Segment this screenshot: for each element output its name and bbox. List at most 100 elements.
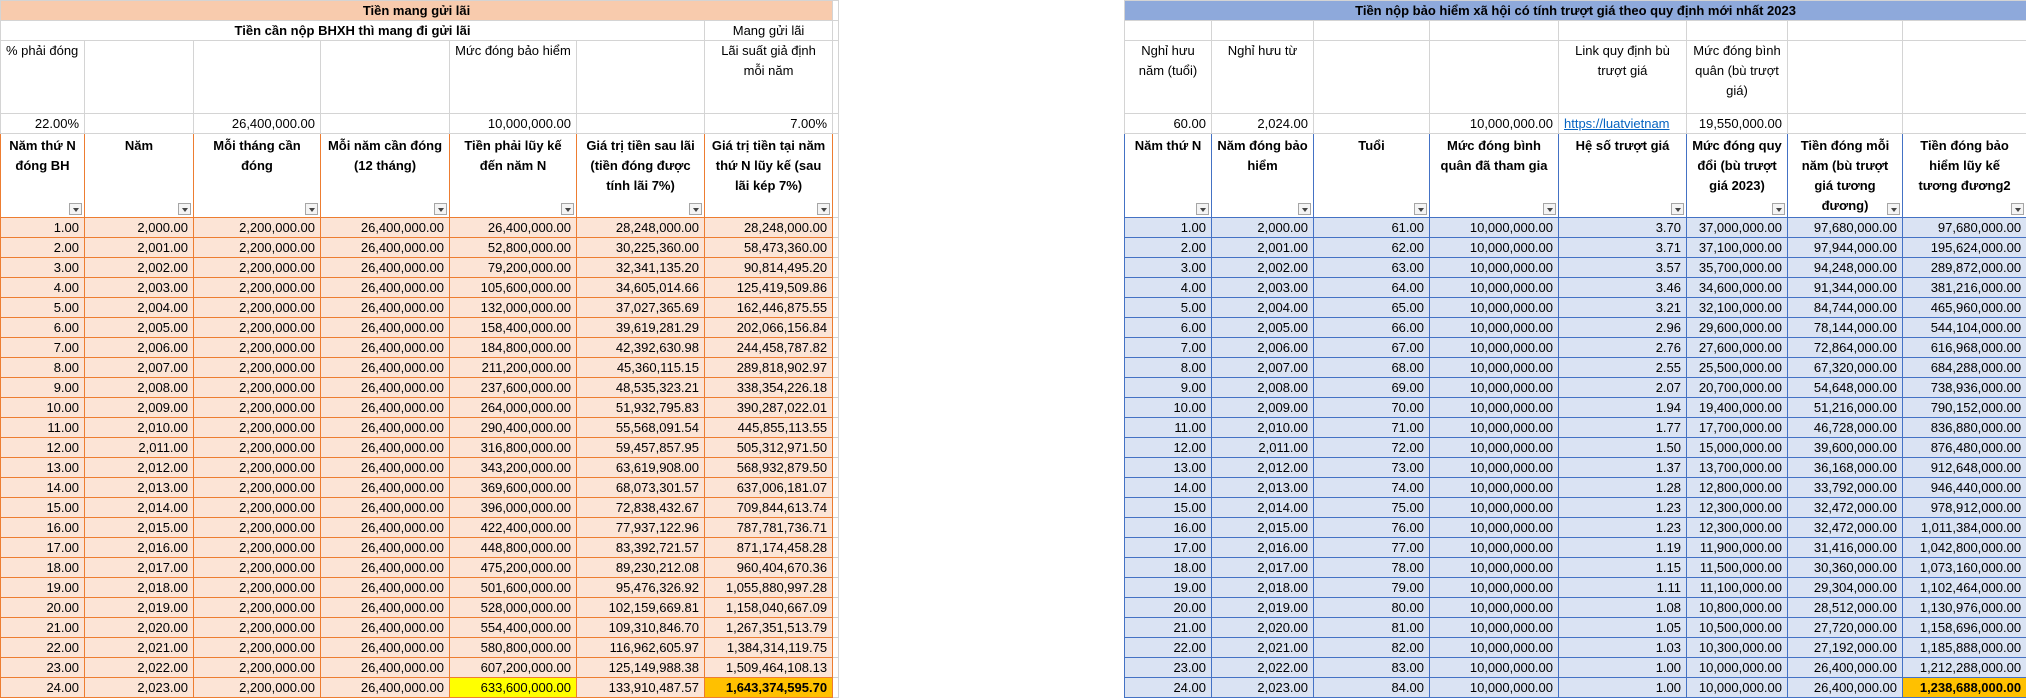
param-value-rate[interactable]: 7.00% [705, 114, 833, 134]
table-cell[interactable]: 211,200,000.00 [450, 358, 577, 378]
table-cell[interactable]: 2,017.00 [85, 558, 194, 578]
table-cell[interactable]: 1,267,351,513.79 [705, 618, 833, 638]
table-cell[interactable]: 2,200,000.00 [194, 358, 321, 378]
table-cell[interactable]: 16.00 [1125, 518, 1212, 538]
filter-dropdown-icon[interactable] [817, 203, 830, 215]
table-cell[interactable]: 29,600,000.00 [1687, 318, 1788, 338]
table-cell[interactable]: 1.37 [1559, 458, 1687, 478]
table-cell[interactable]: 2,004.00 [85, 298, 194, 318]
table-cell[interactable]: 2,001.00 [1212, 238, 1314, 258]
table-cell[interactable]: 237,600,000.00 [450, 378, 577, 398]
table-cell[interactable]: 158,400,000.00 [450, 318, 577, 338]
table-cell[interactable]: 1,158,040,667.09 [705, 598, 833, 618]
table-cell[interactable]: 2,200,000.00 [194, 258, 321, 278]
table-cell[interactable]: 912,648,000.00 [1903, 458, 2026, 478]
right-col-header[interactable]: Năm đóng bảo hiểm [1212, 134, 1314, 218]
table-cell[interactable]: 116,962,605.97 [577, 638, 705, 658]
table-cell[interactable]: 80.00 [1314, 598, 1430, 618]
table-cell[interactable]: 3.46 [1559, 278, 1687, 298]
table-cell[interactable]: 91,344,000.00 [1788, 278, 1903, 298]
table-cell[interactable]: 9.00 [1, 378, 85, 398]
table-cell[interactable]: 26,400,000.00 [1788, 658, 1903, 678]
table-cell[interactable]: 2,200,000.00 [194, 658, 321, 678]
table-cell[interactable]: 2,020.00 [1212, 618, 1314, 638]
table-cell[interactable]: 10,000,000.00 [1687, 658, 1788, 678]
table-cell[interactable]: 26,400,000.00 [321, 558, 450, 578]
param-label-rate[interactable]: Lãi suất giả định mỗi năm [705, 41, 833, 114]
param-label-retire-from[interactable]: Nghỉ hưu từ [1212, 41, 1314, 114]
table-cell[interactable]: 2,003.00 [85, 278, 194, 298]
table-cell[interactable]: 1.15 [1559, 558, 1687, 578]
table-cell[interactable]: 2,200,000.00 [194, 498, 321, 518]
table-cell[interactable]: 12,300,000.00 [1687, 498, 1788, 518]
filter-dropdown-icon[interactable] [689, 203, 702, 215]
table-cell[interactable]: 72,864,000.00 [1788, 338, 1903, 358]
param-value-b[interactable] [85, 114, 194, 134]
table-cell[interactable]: 2,007.00 [1212, 358, 1314, 378]
table-cell[interactable]: 51,932,795.83 [577, 398, 705, 418]
table-cell[interactable]: 26,400,000.00 [321, 678, 450, 698]
filter-dropdown-icon[interactable] [434, 203, 447, 215]
table-cell[interactable]: 76.00 [1314, 518, 1430, 538]
right-col-header[interactable]: Năm thứ N [1125, 134, 1212, 218]
table-cell[interactable]: 2,003.00 [1212, 278, 1314, 298]
table-cell[interactable]: 63,619,908.00 [577, 458, 705, 478]
table-cell[interactable]: 2,200,000.00 [194, 378, 321, 398]
table-cell[interactable]: 2,200,000.00 [194, 618, 321, 638]
filter-dropdown-icon[interactable] [178, 203, 191, 215]
table-cell[interactable]: 978,912,000.00 [1903, 498, 2026, 518]
table-cell[interactable]: 2,200,000.00 [194, 638, 321, 658]
table-cell[interactable]: 290,400,000.00 [450, 418, 577, 438]
table-cell[interactable]: 27,192,000.00 [1788, 638, 1903, 658]
table-cell[interactable]: 2,200,000.00 [194, 438, 321, 458]
table-cell[interactable]: 633,600,000.00 [450, 678, 577, 698]
table-cell[interactable]: 26,400,000.00 [321, 238, 450, 258]
table-cell[interactable]: 17.00 [1, 538, 85, 558]
table-cell[interactable]: 871,174,458.28 [705, 538, 833, 558]
table-cell[interactable]: 10,000,000.00 [1430, 318, 1559, 338]
table-cell[interactable]: 125,419,509.86 [705, 278, 833, 298]
table-cell[interactable]: 79,200,000.00 [450, 258, 577, 278]
left-col-header[interactable]: Năm [85, 134, 194, 218]
filter-dropdown-icon[interactable] [1772, 203, 1785, 215]
table-cell[interactable]: 20.00 [1, 598, 85, 618]
table-cell[interactable]: 37,100,000.00 [1687, 238, 1788, 258]
table-cell[interactable]: 1.77 [1559, 418, 1687, 438]
left-col-header[interactable]: Tiền phải lũy kế đến năm N [450, 134, 577, 218]
table-cell[interactable]: 83.00 [1314, 658, 1430, 678]
table-cell[interactable]: 55,568,091.54 [577, 418, 705, 438]
param-value-c[interactable]: 26,400,000.00 [194, 114, 321, 134]
table-cell[interactable]: 83,392,721.57 [577, 538, 705, 558]
param-label-rc[interactable] [1314, 41, 1430, 114]
table-cell[interactable]: 289,872,000.00 [1903, 258, 2026, 278]
table-cell[interactable]: 1.00 [1559, 658, 1687, 678]
table-cell[interactable]: 2,200,000.00 [194, 478, 321, 498]
table-cell[interactable]: 836,880,000.00 [1903, 418, 2026, 438]
table-cell[interactable]: 3.70 [1559, 218, 1687, 238]
table-cell[interactable]: 2,200,000.00 [194, 598, 321, 618]
regulation-link[interactable]: https://luatvietnam [1559, 114, 1687, 134]
table-cell[interactable]: 2,006.00 [85, 338, 194, 358]
table-cell[interactable]: 102,159,669.81 [577, 598, 705, 618]
table-cell[interactable]: 97,680,000.00 [1903, 218, 2026, 238]
table-cell[interactable]: 2,010.00 [85, 418, 194, 438]
table-cell[interactable]: 132,000,000.00 [450, 298, 577, 318]
filter-dropdown-icon[interactable] [561, 203, 574, 215]
table-cell[interactable]: 17,700,000.00 [1687, 418, 1788, 438]
table-cell[interactable]: 78,144,000.00 [1788, 318, 1903, 338]
table-cell[interactable]: 8.00 [1125, 358, 1212, 378]
table-cell[interactable]: 202,066,156.84 [705, 318, 833, 338]
table-cell[interactable]: 37,000,000.00 [1687, 218, 1788, 238]
table-cell[interactable]: 1,643,374,595.70 [705, 678, 833, 698]
table-cell[interactable]: 2,023.00 [85, 678, 194, 698]
table-cell[interactable]: 3.00 [1125, 258, 1212, 278]
table-cell[interactable]: 10,000,000.00 [1430, 398, 1559, 418]
table-cell[interactable]: 11,100,000.00 [1687, 578, 1788, 598]
table-cell[interactable]: 2,200,000.00 [194, 538, 321, 558]
table-cell[interactable]: 2,011.00 [85, 438, 194, 458]
table-cell[interactable]: 13,700,000.00 [1687, 458, 1788, 478]
table-cell[interactable]: 77.00 [1314, 538, 1430, 558]
table-cell[interactable]: 7.00 [1, 338, 85, 358]
param-label-d[interactable] [321, 41, 450, 114]
table-cell[interactable]: 68,073,301.57 [577, 478, 705, 498]
